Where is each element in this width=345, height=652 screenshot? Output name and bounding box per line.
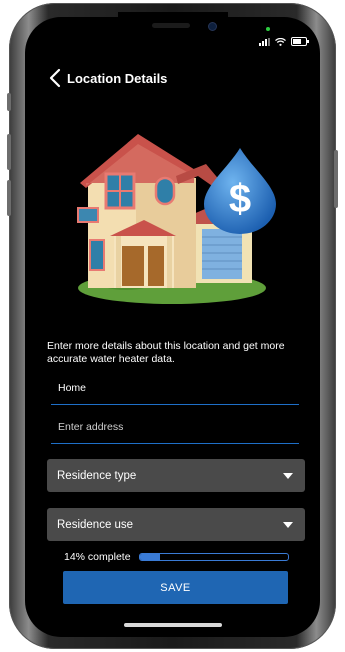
address-field[interactable]	[51, 413, 299, 444]
volume-up-button	[7, 134, 11, 170]
battery-icon	[291, 37, 309, 46]
volume-down-button	[7, 180, 11, 216]
mute-switch	[7, 93, 11, 111]
speaker	[152, 23, 190, 28]
chevron-down-icon	[283, 472, 293, 479]
residence-type-select[interactable]: Residence type	[47, 459, 305, 492]
signal-icon	[259, 37, 270, 46]
screen	[25, 17, 320, 637]
home-indicator[interactable]	[124, 623, 222, 627]
progress-row: 14% complete	[64, 551, 289, 563]
location-name-field[interactable]	[51, 374, 299, 405]
residence-use-select[interactable]: Residence use	[47, 508, 305, 541]
residence-use-label: Residence use	[57, 518, 134, 531]
wifi-icon	[275, 37, 286, 46]
save-button[interactable]: SAVE	[63, 571, 288, 604]
camera-indicator	[266, 27, 270, 31]
front-camera	[208, 22, 217, 31]
address-input[interactable]	[51, 413, 288, 441]
status-bar	[259, 37, 309, 46]
progress-label: 14% complete	[64, 551, 131, 563]
progress-fill	[139, 554, 161, 560]
location-name-input[interactable]	[51, 374, 288, 402]
residence-type-label: Residence type	[57, 469, 137, 482]
progress-bar	[138, 553, 289, 561]
chevron-down-icon	[283, 521, 293, 528]
power-button	[334, 150, 338, 208]
dollar-symbol: $	[229, 177, 251, 221]
chevron-left-icon[interactable]	[48, 68, 61, 88]
page-title: Location Details	[67, 70, 168, 86]
description-text: Enter more details about this location a…	[47, 340, 285, 365]
water-drop-dollar-icon: $	[204, 148, 276, 234]
header: Location Details	[48, 68, 167, 88]
